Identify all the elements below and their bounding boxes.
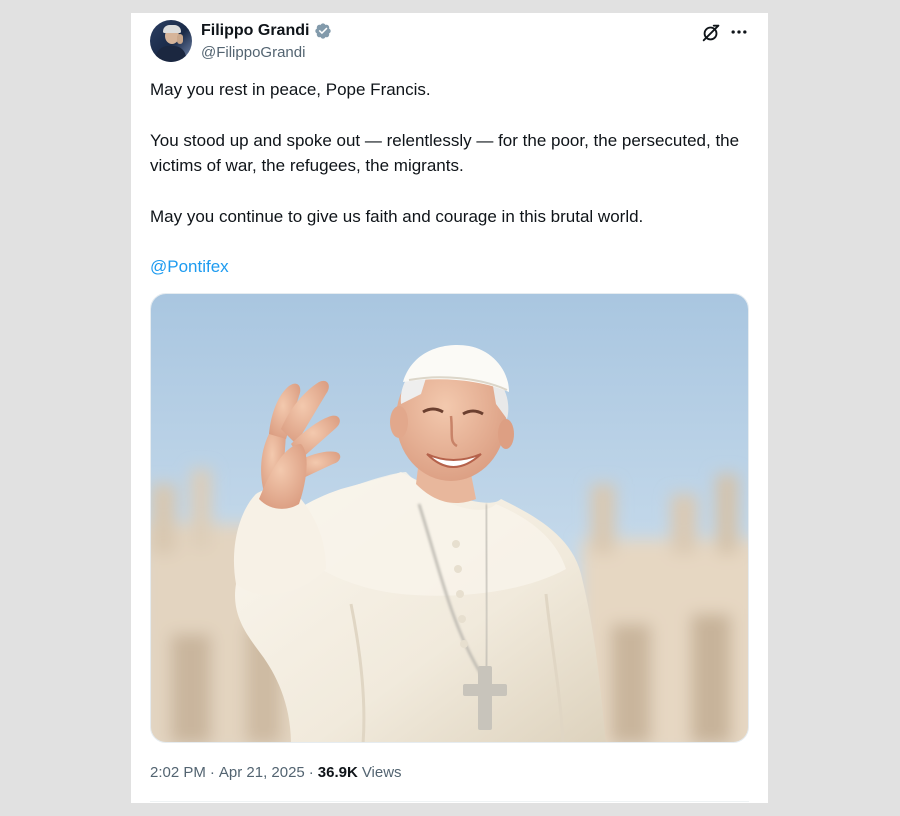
- meta-separator: ·: [308, 764, 314, 781]
- author-display-name[interactable]: Filippo Grandi: [201, 22, 309, 40]
- avatar-hand: [177, 34, 183, 44]
- avatar-shoulders: [156, 46, 186, 62]
- divider: [150, 801, 749, 802]
- verified-badge-icon: [315, 23, 332, 39]
- mention-link[interactable]: @Pontifex: [150, 257, 229, 276]
- avatar-hair: [163, 25, 181, 33]
- tweet-date[interactable]: Apr 21, 2025: [219, 764, 305, 781]
- views-label: Views: [361, 764, 402, 781]
- author-name-row: Filippo Grandi: [201, 21, 332, 41]
- author-handle[interactable]: @FilippoGrandi: [201, 44, 305, 61]
- meta-separator: ·: [209, 764, 215, 781]
- author-avatar[interactable]: [150, 20, 192, 62]
- tweet-text: May you rest in peace, Pope Francis. You…: [150, 77, 750, 280]
- tweet-paragraph: You stood up and spoke out — relentlessl…: [150, 130, 740, 176]
- more-dots-icon[interactable]: [729, 22, 749, 42]
- pope-waving-photo: [151, 294, 748, 742]
- views-count: 36.9K: [317, 764, 358, 781]
- tweet-photo[interactable]: [150, 293, 749, 743]
- tweet-time[interactable]: 2:02 PM: [150, 764, 206, 781]
- tweet-paragraph: May you continue to give us faith and co…: [150, 206, 644, 226]
- tweet-card: Filippo Grandi @FilippoGrandi May you re…: [131, 13, 768, 803]
- tweet-paragraph: May you rest in peace, Pope Francis.: [150, 80, 431, 99]
- tweet-meta: 2:02 PM · Apr 21, 2025 · 36.9K Views: [150, 764, 402, 781]
- grok-icon[interactable]: [700, 22, 722, 44]
